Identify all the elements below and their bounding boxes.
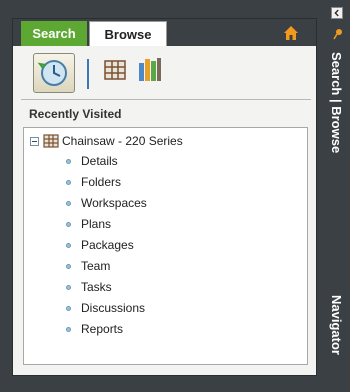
tree-item-team[interactable]: Team (66, 257, 110, 275)
tree-item-reports[interactable]: Reports (66, 320, 123, 338)
bullet-icon (66, 242, 71, 248)
list-view-icon (104, 60, 126, 80)
tree-item-discussions[interactable]: Discussions (66, 299, 145, 317)
collapse-panel-icon[interactable] (331, 7, 343, 19)
section-title: Recently Visited (29, 107, 122, 121)
bullet-icon (66, 221, 71, 227)
list-view-button[interactable] (101, 55, 137, 91)
tree-item-workspaces[interactable]: Workspaces (66, 194, 147, 212)
bookshelf-icon (139, 58, 161, 81)
pin-icon[interactable] (333, 28, 343, 40)
recently-visited-button[interactable] (33, 53, 75, 93)
tab-browse[interactable]: Browse (89, 21, 167, 46)
toolbar-separator (87, 59, 89, 89)
project-icon (43, 134, 59, 148)
tree-root-label: Chainsaw - 220 Series (62, 134, 183, 148)
bullet-icon (66, 305, 71, 311)
bullet-icon (66, 326, 71, 332)
tree-item-tasks[interactable]: Tasks (66, 278, 112, 296)
collapse-icon[interactable] (30, 136, 39, 146)
tree-root[interactable]: Chainsaw - 220 Series (30, 132, 183, 150)
bullet-icon (66, 284, 71, 290)
bullet-icon (66, 158, 71, 164)
bullet-icon (66, 200, 71, 206)
navigator-vertical-label[interactable]: Navigator (329, 295, 344, 355)
tab-bar: Search Browse (13, 19, 316, 46)
search-browse-vertical-label[interactable]: Search | Browse (329, 52, 344, 153)
column-view-button[interactable] (135, 55, 171, 91)
home-icon[interactable] (283, 25, 299, 41)
tree-item-details[interactable]: Details (66, 152, 118, 170)
tree-item-packages[interactable]: Packages (66, 236, 134, 254)
recently-visited-tree: Chainsaw - 220 Series Details Folders Wo… (23, 127, 308, 365)
clock-icon (37, 60, 67, 86)
browse-panel: Search Browse Recently Visited Chainsaw … (12, 18, 317, 376)
bullet-icon (66, 179, 71, 185)
tab-search[interactable]: Search (21, 21, 87, 46)
bullet-icon (66, 263, 71, 269)
tree-item-folders[interactable]: Folders (66, 173, 121, 191)
tree-item-plans[interactable]: Plans (66, 215, 111, 233)
view-toolbar (21, 49, 311, 100)
